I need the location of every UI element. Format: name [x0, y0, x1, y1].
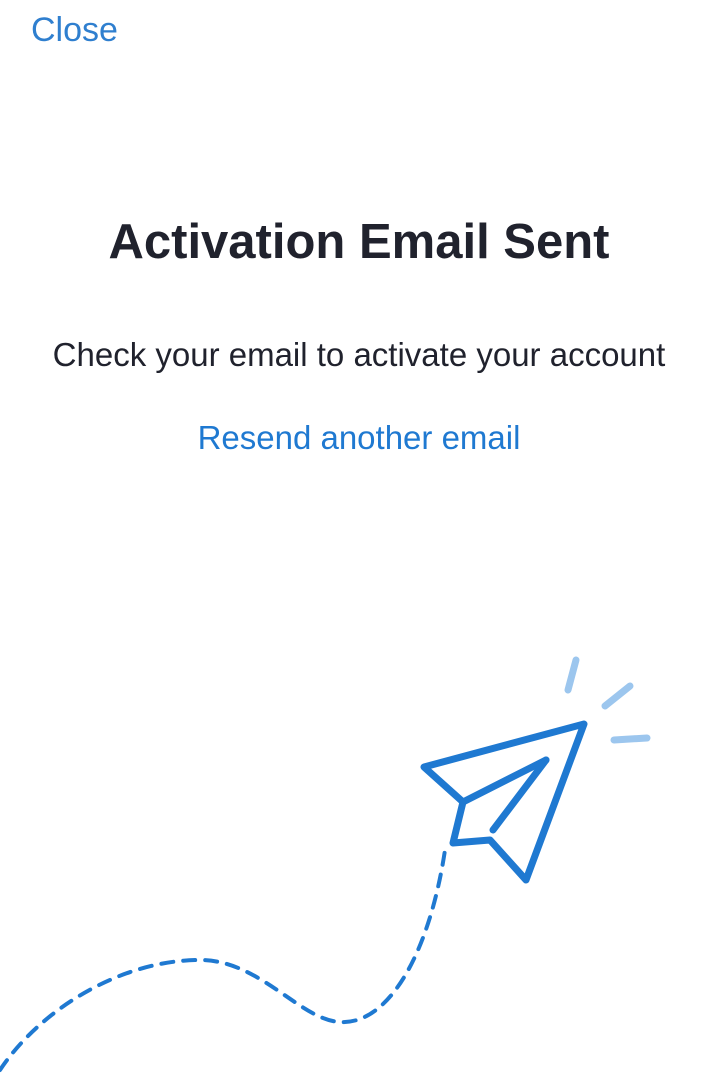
paper-plane-illustration — [0, 656, 651, 1072]
activation-message: Check your email to activate your accoun… — [52, 336, 666, 373]
close-button[interactable]: Close — [31, 10, 118, 50]
page-title: Activation Email Sent — [108, 215, 610, 269]
paper-plane-icon — [420, 720, 588, 884]
dashed-flight-trail — [0, 848, 447, 1072]
resend-email-link[interactable]: Resend another email — [0, 418, 718, 458]
